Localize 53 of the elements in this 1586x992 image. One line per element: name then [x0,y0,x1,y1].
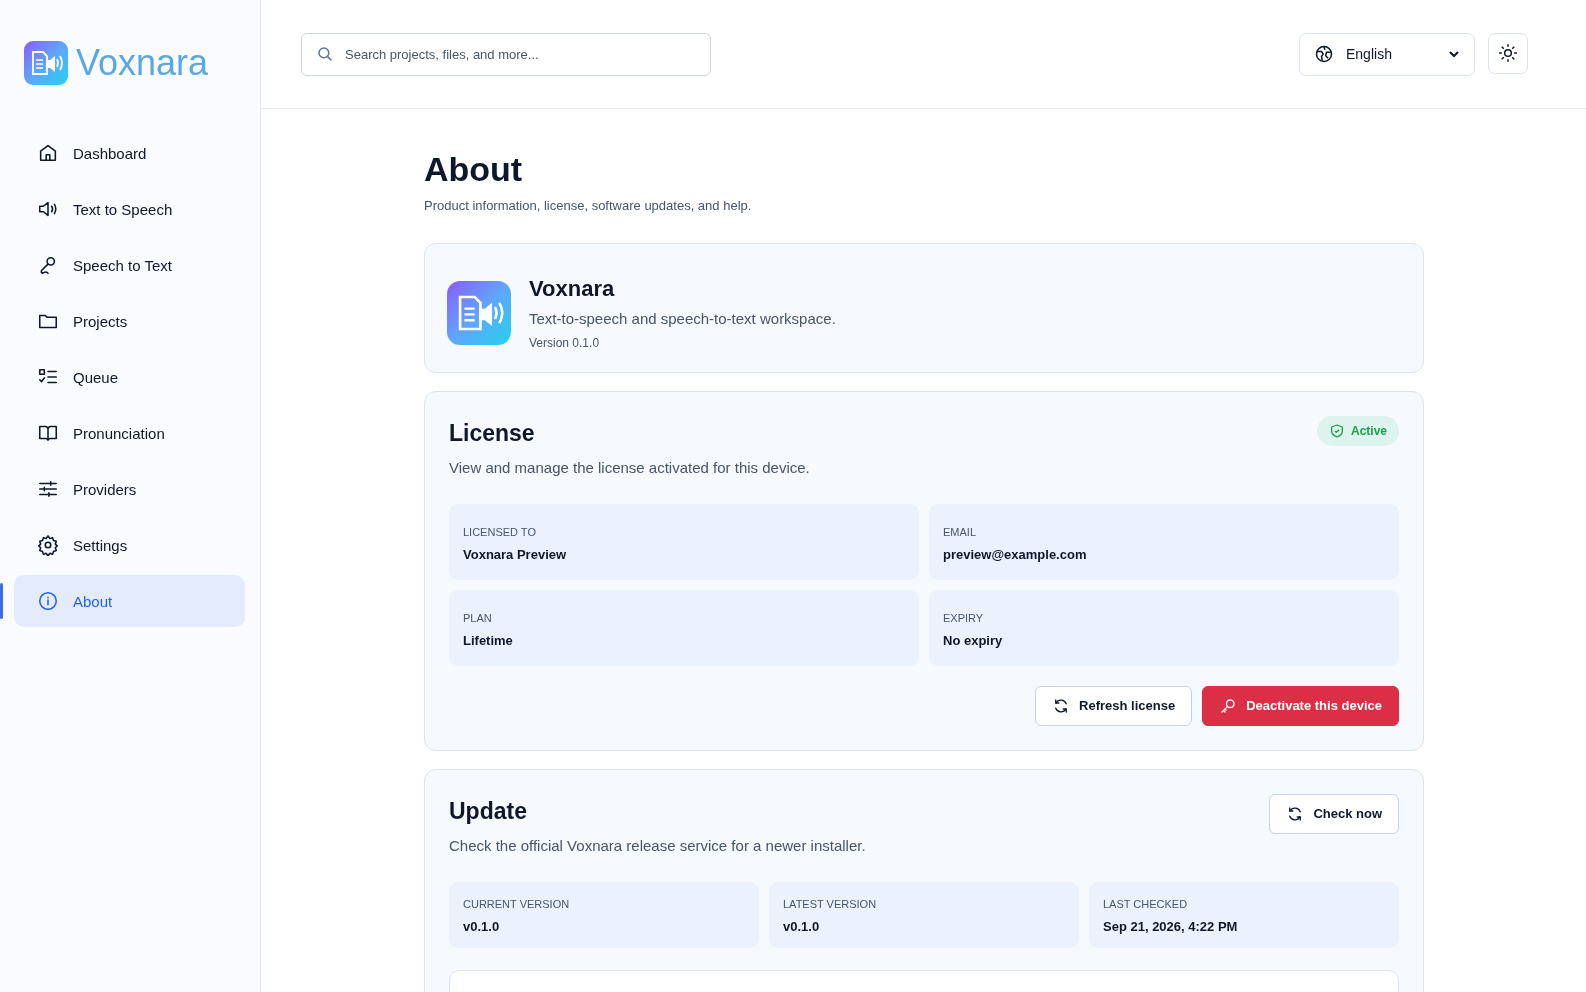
field-label: PLAN [463,611,493,624]
section-description: Check the official Voxnara release service for a newer installer. [449,836,866,854]
check-now-button[interactable]: Check now [1269,793,1399,834]
sidebar-item[interactable]: Providers [14,463,245,515]
section-title: License [449,419,536,447]
field-label: LATEST VERSION [783,897,878,910]
brand-name: Voxnara [76,42,209,84]
sidebar-item[interactable]: Queue [14,351,245,403]
settings-icon [37,534,59,556]
field-value: v0.1.0 [463,918,501,934]
field-value: No expiry [943,632,1004,648]
logo-icon [24,41,68,85]
section-description: View and manage the license activated for this device. [449,458,810,476]
field-label: EXPIRY [943,611,985,624]
field-label: EMAIL [943,525,977,538]
language-select[interactable]: English [1299,32,1475,76]
key-icon [1219,696,1238,715]
field-value: Sep 21, 2026, 4:22 PM [1103,918,1239,934]
page-subtitle: Product information, license, software updates, and help. [424,197,753,213]
search-icon [316,44,334,63]
field-value: Lifetime [463,632,514,648]
product-name: Voxnara [529,275,616,302]
status-text: Active [1350,423,1387,438]
refresh-button[interactable]: Refresh license [1035,685,1193,726]
field-value: Voxnara Preview [463,546,568,562]
field-value: preview@example.com [943,546,1088,562]
search-field[interactable]: Search projects, files, and more... [301,32,711,76]
field-label: LAST CHECKED [1103,897,1189,910]
page-title: About [424,149,524,190]
caret-icon [1448,48,1460,60]
sidebar-item[interactable]: Text to Speech [14,183,245,235]
sidebar-item[interactable]: Settings [14,519,245,571]
sidebar-item[interactable]: Dashboard [14,127,245,179]
field-label: LICENSED TO [463,525,537,538]
home-icon [37,142,59,164]
sidebar-item[interactable]: About [14,575,245,627]
sliders-icon [37,478,59,500]
sidebar-item[interactable]: Pronunciation [14,407,245,459]
section-title: Update [449,797,528,825]
app-logo-icon [447,280,511,345]
sun-icon [1498,43,1518,63]
info-icon [37,590,59,612]
sidebar-item[interactable]: Projects [14,295,245,347]
deactivate-button[interactable]: Deactivate this device [1202,685,1399,726]
product-tagline: Text-to-speech and speech-to-text workspace. [529,309,836,327]
active-indicator [0,583,3,619]
shield-check-icon [1328,422,1345,439]
theme-toggle-button[interactable] [1488,32,1528,74]
field-label: CURRENT VERSION [463,897,571,910]
sidebar-item[interactable]: Speech to Text [14,239,245,291]
product-version: Version 0.1.0 [529,335,601,350]
globe-icon [1314,44,1334,64]
field-value: v0.1.0 [783,918,821,934]
